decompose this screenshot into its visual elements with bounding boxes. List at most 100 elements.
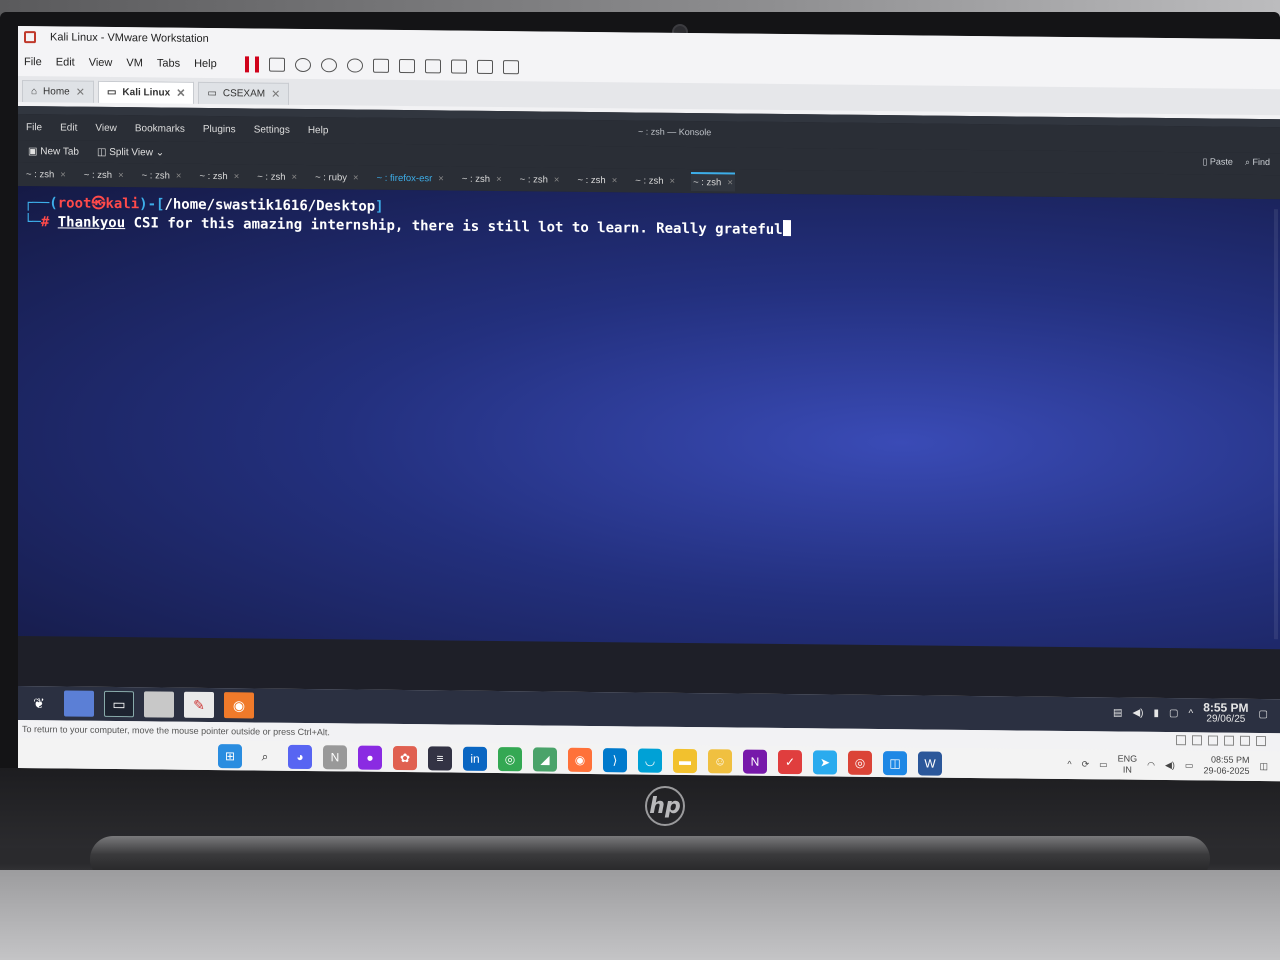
volume-icon[interactable]: ◀) xyxy=(1132,707,1143,718)
chrome-icon[interactable]: ◎ xyxy=(498,747,522,772)
split-view-button[interactable]: ◫ Split View ⌄ xyxy=(97,146,164,158)
file-explorer-icon[interactable]: ▬ xyxy=(673,748,697,774)
find-button[interactable]: ⌕ Find xyxy=(1245,157,1270,168)
vm-menu-tabs[interactable]: Tabs xyxy=(157,57,180,69)
close-icon[interactable]: × xyxy=(292,171,298,182)
close-icon[interactable]: × xyxy=(118,170,124,181)
kali-menu-icon[interactable]: ❦ xyxy=(24,690,54,716)
konsole-tab[interactable]: ~ : zsh × xyxy=(140,167,184,184)
konsole-tab[interactable]: ~ : zsh × xyxy=(82,166,126,183)
battery-icon[interactable]: ▭ xyxy=(1185,760,1194,771)
notification-icon[interactable]: ◫ xyxy=(1259,761,1268,772)
close-icon[interactable]: × xyxy=(438,173,444,184)
network-adapter-icon[interactable] xyxy=(1208,735,1218,746)
search-icon[interactable]: ⌕ xyxy=(253,744,277,768)
new-tab-button[interactable]: ▣ New Tab xyxy=(28,146,79,158)
text-editor-icon[interactable]: ✎ xyxy=(184,691,214,719)
vm-menu-edit[interactable]: Edit xyxy=(56,56,75,68)
message-icon[interactable] xyxy=(1256,735,1266,747)
firefox-icon[interactable]: ◉ xyxy=(224,692,254,719)
snapshot-icon[interactable] xyxy=(294,57,311,73)
close-icon[interactable]: × xyxy=(670,175,676,186)
word-icon[interactable]: W xyxy=(918,751,942,776)
konsole-tab[interactable]: ~ : zsh × xyxy=(24,166,68,183)
windows-start-icon[interactable]: ⊞ xyxy=(218,744,242,769)
close-icon[interactable]: × xyxy=(496,174,502,185)
cd-icon[interactable] xyxy=(1192,735,1202,746)
usb-icon[interactable] xyxy=(1224,735,1234,746)
konsole-tab[interactable]: ~ : zsh × xyxy=(460,170,504,187)
chevron-up-icon[interactable]: ^ xyxy=(1188,708,1193,719)
onenote-icon[interactable]: N xyxy=(743,749,767,774)
linkedin-icon[interactable]: in xyxy=(463,746,487,771)
konsole-tab[interactable]: ~ : zsh × xyxy=(518,171,562,188)
k-menu-settings[interactable]: Settings xyxy=(254,124,290,135)
chevron-up-icon[interactable]: ^ xyxy=(1067,759,1071,769)
paste-button[interactable]: ▯ Paste xyxy=(1202,156,1232,167)
tab-home[interactable]: ⌂ Home ✕ xyxy=(22,80,94,103)
discord-icon[interactable]: ◕ xyxy=(288,744,312,770)
close-icon[interactable]: × xyxy=(612,175,618,186)
file-manager-icon[interactable] xyxy=(144,691,174,718)
konsole-tab[interactable]: ~ : zsh × xyxy=(197,167,241,184)
sheets-icon[interactable]: ◢ xyxy=(533,747,557,772)
stretch-guest-icon[interactable] xyxy=(502,60,519,75)
k-menu-view[interactable]: View xyxy=(95,122,117,133)
fullscreen-icon[interactable] xyxy=(424,59,441,74)
konsole-tab[interactable]: ~ : zsh × xyxy=(633,172,677,189)
notion-icon[interactable]: N xyxy=(323,745,347,770)
github-icon[interactable]: ● xyxy=(358,745,382,770)
windows-clock[interactable]: 08:55 PM 29-06-2025 xyxy=(1203,754,1249,776)
library-icon[interactable] xyxy=(372,58,389,73)
k-menu-file[interactable]: File xyxy=(26,122,42,133)
konsole-tab[interactable]: ~ : zsh × xyxy=(255,168,299,185)
volume-icon[interactable]: ◀) xyxy=(1165,760,1175,771)
edge-icon[interactable]: ◡ xyxy=(638,748,662,773)
revert-snapshot-icon[interactable] xyxy=(320,58,337,73)
k-menu-edit[interactable]: Edit xyxy=(60,122,77,133)
close-icon[interactable]: × xyxy=(234,171,240,182)
printer-icon[interactable] xyxy=(1240,735,1250,746)
konsole-tab-active[interactable]: ~ : zsh × xyxy=(691,171,735,192)
unity-icon[interactable] xyxy=(450,59,467,74)
pause-icon[interactable] xyxy=(244,56,259,73)
show-desktop-icon[interactable]: ▢ xyxy=(1259,708,1268,719)
close-icon[interactable]: ✕ xyxy=(176,87,185,100)
language-indicator[interactable]: ENG IN xyxy=(1118,754,1138,776)
network-icon[interactable]: ▢ xyxy=(1169,708,1178,719)
terminal-scrollbar[interactable] xyxy=(1274,209,1278,640)
clipboard-icon[interactable]: ▤ xyxy=(1113,707,1122,718)
wifi-icon[interactable]: ◠ xyxy=(1147,759,1155,770)
konsole-tab[interactable]: ~ : zsh × xyxy=(575,171,619,188)
vm-menu-vm[interactable]: VM xyxy=(126,57,143,69)
konsole-tab[interactable]: ~ : firefox-esr × xyxy=(375,169,446,187)
keyboard-icon[interactable]: ▭ xyxy=(1099,759,1108,770)
sync-icon[interactable]: ⟳ xyxy=(1082,759,1090,770)
k-menu-help[interactable]: Help xyxy=(308,125,329,136)
firefox-icon[interactable]: ◉ xyxy=(568,747,592,773)
vm-menu-file[interactable]: File xyxy=(24,56,42,68)
thumbnail-bar-icon[interactable] xyxy=(398,58,415,74)
vmware-icon[interactable]: ◫ xyxy=(883,751,907,776)
k-menu-bookmarks[interactable]: Bookmarks xyxy=(135,123,185,135)
vm-menu-view[interactable]: View xyxy=(89,57,113,69)
konsole-tab[interactable]: ~ : ruby × xyxy=(313,169,361,186)
close-icon[interactable]: × xyxy=(554,174,560,185)
close-icon[interactable]: ✕ xyxy=(76,86,85,99)
close-icon[interactable]: × xyxy=(353,172,359,183)
close-icon[interactable]: ✕ xyxy=(271,88,280,101)
close-icon[interactable]: × xyxy=(60,169,66,180)
close-icon[interactable]: × xyxy=(176,170,182,181)
tab-kali-linux[interactable]: ▭ Kali Linux ✕ xyxy=(97,80,195,104)
snapshot-manager-icon[interactable] xyxy=(346,58,363,73)
terminal-area[interactable]: ┌──(root㉿kali)-[/home/swastik1616/Deskto… xyxy=(18,186,1280,650)
telegram-icon[interactable]: ➤ xyxy=(813,750,837,775)
close-icon[interactable]: × xyxy=(727,177,733,188)
tab-csexam[interactable]: ▭ CSEXAM ✕ xyxy=(198,81,290,105)
app-icon[interactable]: ≡ xyxy=(428,746,452,771)
hdd-icon[interactable] xyxy=(1176,735,1186,746)
terminal-icon[interactable]: ▭ xyxy=(104,690,134,718)
chrome-profile-icon[interactable]: ◎ xyxy=(848,750,872,775)
k-menu-plugins[interactable]: Plugins xyxy=(203,123,236,134)
battery-icon[interactable]: ▮ xyxy=(1154,707,1160,718)
